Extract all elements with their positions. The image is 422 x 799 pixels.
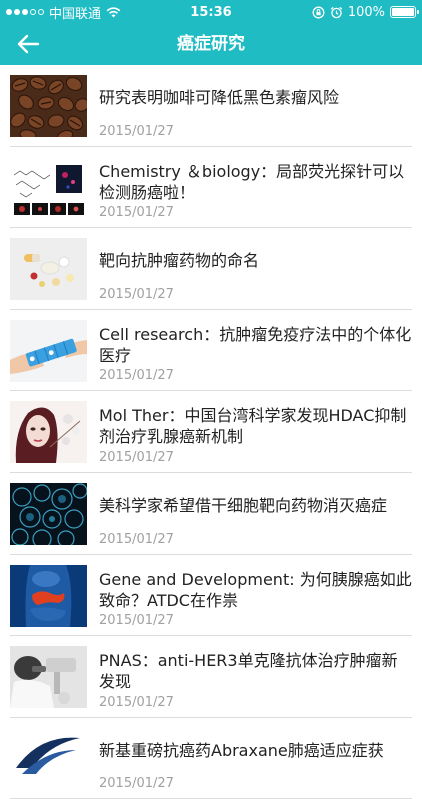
article-date: 2015/01/27 [99,368,174,384]
battery-percent: 100% [347,4,385,20]
article-item[interactable]: 美科学家希望借干细胞靶向药物消灭癌症 2015/01/27 [0,473,422,555]
arrow-left-icon [17,34,40,54]
article-date: 2015/01/27 [99,613,174,629]
article-title: Mol Ther：中国台湾科学家发现HDAC抑制剂治疗乳腺癌新机制 [99,406,407,447]
status-left: 中国联通 [6,3,121,22]
anatomy-pancreas-thumbnail [10,564,87,627]
article-date: 2015/01/27 [99,531,174,547]
article-title: Chemistry ＆biology：局部荧光探针可以检测肠癌啦！ [99,161,405,202]
article-item[interactable]: 新基重磅抗癌药Abraxane肺癌适应症获 2015/01/27 [0,718,422,799]
back-button[interactable] [8,27,48,61]
chemical-diagram-thumbnail [10,156,87,219]
article-date: 2015/01/27 [99,205,174,221]
pills-thumbnail [10,238,87,301]
pill-organizer-thumbnail [10,319,87,382]
article-title: 研究表明咖啡可降低黑色素瘤风险 [99,88,340,107]
article-item[interactable]: 靶向抗肿瘤药物的命名 2015/01/27 [0,228,422,310]
coffee-beans-thumbnail [10,75,87,137]
cells-thumbnail [10,482,87,545]
battery-icon [390,6,419,18]
article-date: 2015/01/27 [99,776,174,792]
article-date: 2015/01/27 [99,694,174,710]
alarm-icon [330,6,343,18]
article-title: 靶向抗肿瘤药物的命名 [99,251,260,271]
page-title: 癌症研究 [177,34,245,54]
article-date: 2015/01/27 [99,123,174,139]
article-item[interactable]: Cell research：抗肿瘤免疫疗法中的个体化医疗 2015/01/27 [0,310,422,392]
signal-strength-icon [6,9,44,15]
article-item[interactable]: Mol Ther：中国台湾科学家发现HDAC抑制剂治疗乳腺癌新机制 2015/0… [0,391,422,473]
article-title: 新基重磅抗癌药Abraxane肺癌适应症获 [99,740,384,760]
article-item[interactable]: 研究表明咖啡可降低黑色素瘤风险 2015/01/27 [0,65,422,147]
article-date: 2015/01/27 [99,449,174,465]
article-title: PNAS：anti-HER3单克隆抗体治疗肿瘤新发现 [99,651,398,692]
article-title: Gene and Development: 为何胰腺癌如此致命？ATDC在作祟 [99,569,412,610]
article-title: Cell research：抗肿瘤免疫疗法中的个体化医疗 [99,324,412,365]
article-list: 研究表明咖啡可降低黑色素瘤风险 2015/01/27 Chemistry ＆bi… [0,65,422,799]
article-date: 2015/01/27 [99,286,174,302]
article-title: 美科学家希望借干细胞靶向药物消灭癌症 [99,495,388,515]
logo-swoosh-thumbnail [10,727,87,790]
article-item[interactable]: PNAS：anti-HER3单克隆抗体治疗肿瘤新发现 2015/01/27 [0,636,422,718]
status-bar: 中国联通 15:36 100% [0,0,422,24]
wifi-icon [106,6,121,17]
status-right: 100% [312,4,419,20]
rotation-lock-icon [312,6,325,18]
article-item[interactable]: Gene and Development: 为何胰腺癌如此致命？ATDC在作祟 … [0,555,422,637]
navigation-bar: 癌症研究 [0,24,422,65]
article-item[interactable]: Chemistry ＆biology：局部荧光探针可以检测肠癌啦！ 2015/0… [0,147,422,229]
lab-researcher-thumbnail [10,646,87,709]
woman-flower-thumbnail [10,401,87,464]
carrier-label: 中国联通 [49,6,102,22]
